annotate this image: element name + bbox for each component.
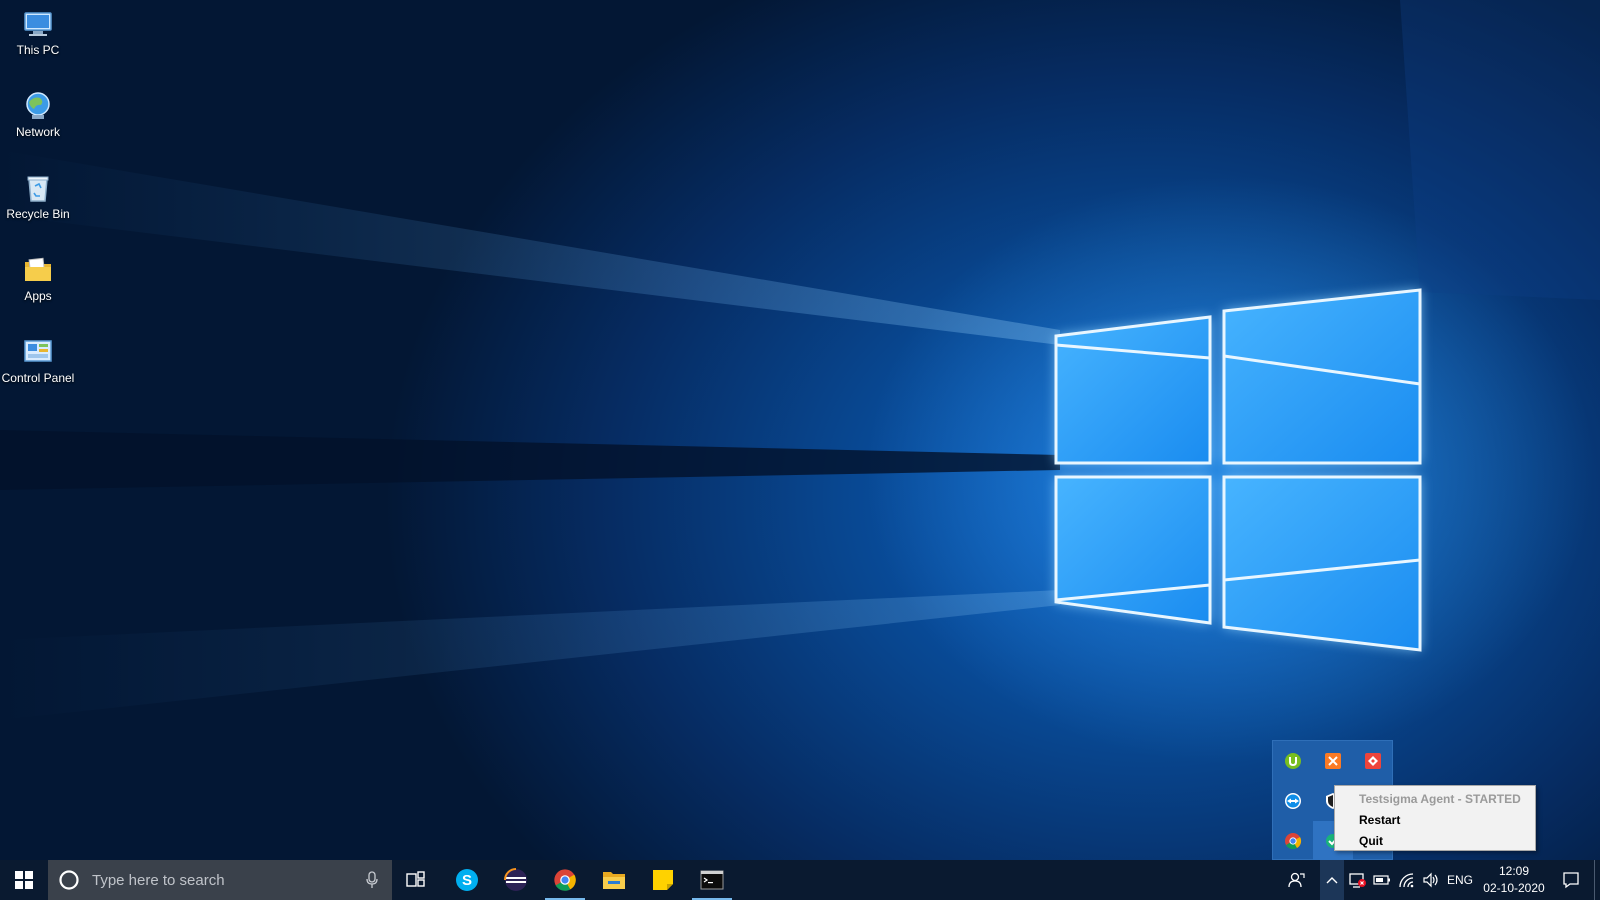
windows-logo-icon bbox=[15, 871, 33, 889]
taskbar-app-eclipse[interactable] bbox=[492, 860, 540, 900]
desktop-icon-this-pc[interactable]: This PC bbox=[0, 8, 76, 57]
desktop-icon-recycle-bin[interactable]: Recycle Bin bbox=[0, 172, 76, 221]
microphone-icon[interactable] bbox=[366, 871, 378, 889]
taskbar-app-command-prompt[interactable] bbox=[688, 860, 736, 900]
notification-icon bbox=[1563, 872, 1579, 889]
taskbar-app-file-explorer[interactable] bbox=[590, 860, 638, 900]
task-view-button[interactable] bbox=[392, 860, 440, 900]
chrome-icon bbox=[554, 869, 576, 891]
tray-slot-chrome[interactable] bbox=[1273, 821, 1313, 860]
input-language-button[interactable]: ENG bbox=[1443, 860, 1477, 900]
battery-icon bbox=[1373, 875, 1390, 885]
anydesk-icon bbox=[1365, 753, 1381, 769]
command-prompt-icon bbox=[700, 870, 724, 890]
desktop[interactable]: This PC Network Recycle Bin Apps Control… bbox=[0, 0, 1600, 860]
teamviewer-icon bbox=[1285, 793, 1301, 809]
taskbar-app-sticky-notes[interactable] bbox=[639, 860, 687, 900]
show-hidden-icons-button[interactable] bbox=[1320, 860, 1344, 900]
chevron-up-icon bbox=[1326, 877, 1338, 884]
search-placeholder: Type here to search bbox=[92, 871, 225, 889]
chrome-icon bbox=[1285, 833, 1302, 850]
desktop-icon-label: Control Panel bbox=[1, 371, 75, 385]
tray-slot-xampp[interactable] bbox=[1313, 741, 1353, 781]
desktop-icon-apps[interactable]: Apps bbox=[0, 254, 76, 303]
tray-slot-utorrent[interactable] bbox=[1273, 741, 1313, 781]
this-pc-icon bbox=[24, 12, 52, 36]
file-explorer-icon bbox=[603, 872, 625, 889]
taskbar-search-box[interactable]: Type here to search bbox=[48, 860, 392, 900]
taskbar-clock[interactable]: 12:09 02-10-2020 bbox=[1478, 860, 1550, 900]
tray-battery[interactable] bbox=[1370, 860, 1394, 900]
tray-slot-teamviewer[interactable] bbox=[1273, 781, 1313, 821]
people-button[interactable] bbox=[1282, 860, 1312, 900]
xampp-icon bbox=[1325, 753, 1341, 769]
network-icon bbox=[26, 92, 50, 119]
eclipse-icon bbox=[504, 868, 527, 891]
control-panel-icon bbox=[24, 340, 52, 362]
start-button[interactable] bbox=[0, 860, 48, 900]
recycle-bin-icon bbox=[27, 176, 49, 202]
desktop-icon-control-panel[interactable]: Control Panel bbox=[0, 336, 76, 385]
clock-time: 12:09 bbox=[1498, 864, 1530, 878]
taskbar-app-skype[interactable]: S bbox=[443, 860, 491, 900]
desktop-icon-label: Network bbox=[15, 125, 60, 139]
desktop-icon-label: Apps bbox=[24, 289, 52, 303]
taskbar: Type here to search S ENG 12:09 02-10-20… bbox=[0, 860, 1600, 900]
speaker-icon bbox=[1423, 872, 1438, 888]
tray-volume[interactable] bbox=[1419, 860, 1443, 900]
show-desktop-button[interactable] bbox=[1594, 860, 1600, 900]
menu-item-restart[interactable]: Restart bbox=[1335, 810, 1535, 831]
cortana-icon bbox=[59, 870, 79, 890]
task-view-icon bbox=[406, 871, 425, 887]
defender-warning-icon bbox=[1349, 873, 1366, 888]
input-language: ENG bbox=[1446, 873, 1473, 887]
taskbar-app-chrome[interactable] bbox=[541, 860, 589, 900]
menu-item-status: Testsigma Agent - STARTED bbox=[1359, 792, 1521, 806]
desktop-icon-label: Recycle Bin bbox=[6, 207, 70, 221]
desktop-icon-label: This PC bbox=[16, 43, 60, 57]
sticky-notes-icon bbox=[653, 870, 673, 890]
menu-item-quit[interactable]: Quit bbox=[1335, 831, 1535, 852]
tray-slot-anydesk[interactable] bbox=[1353, 741, 1393, 781]
skype-icon: S bbox=[456, 869, 478, 891]
testsigma-context-menu: Testsigma Agent - STARTED Restart Quit bbox=[1334, 785, 1536, 851]
tray-network[interactable] bbox=[1395, 860, 1419, 900]
people-icon bbox=[1288, 872, 1305, 888]
clock-date: 02-10-2020 bbox=[1483, 881, 1545, 895]
svg-text:S: S bbox=[462, 872, 472, 889]
tray-security-center[interactable] bbox=[1346, 860, 1370, 900]
utorrent-icon bbox=[1285, 753, 1301, 769]
wifi-icon bbox=[1399, 873, 1414, 888]
folder-icon bbox=[25, 257, 51, 281]
desktop-icon-network[interactable]: Network bbox=[0, 90, 76, 139]
windows-wallpaper bbox=[0, 0, 1600, 720]
action-center-button[interactable] bbox=[1550, 860, 1592, 900]
